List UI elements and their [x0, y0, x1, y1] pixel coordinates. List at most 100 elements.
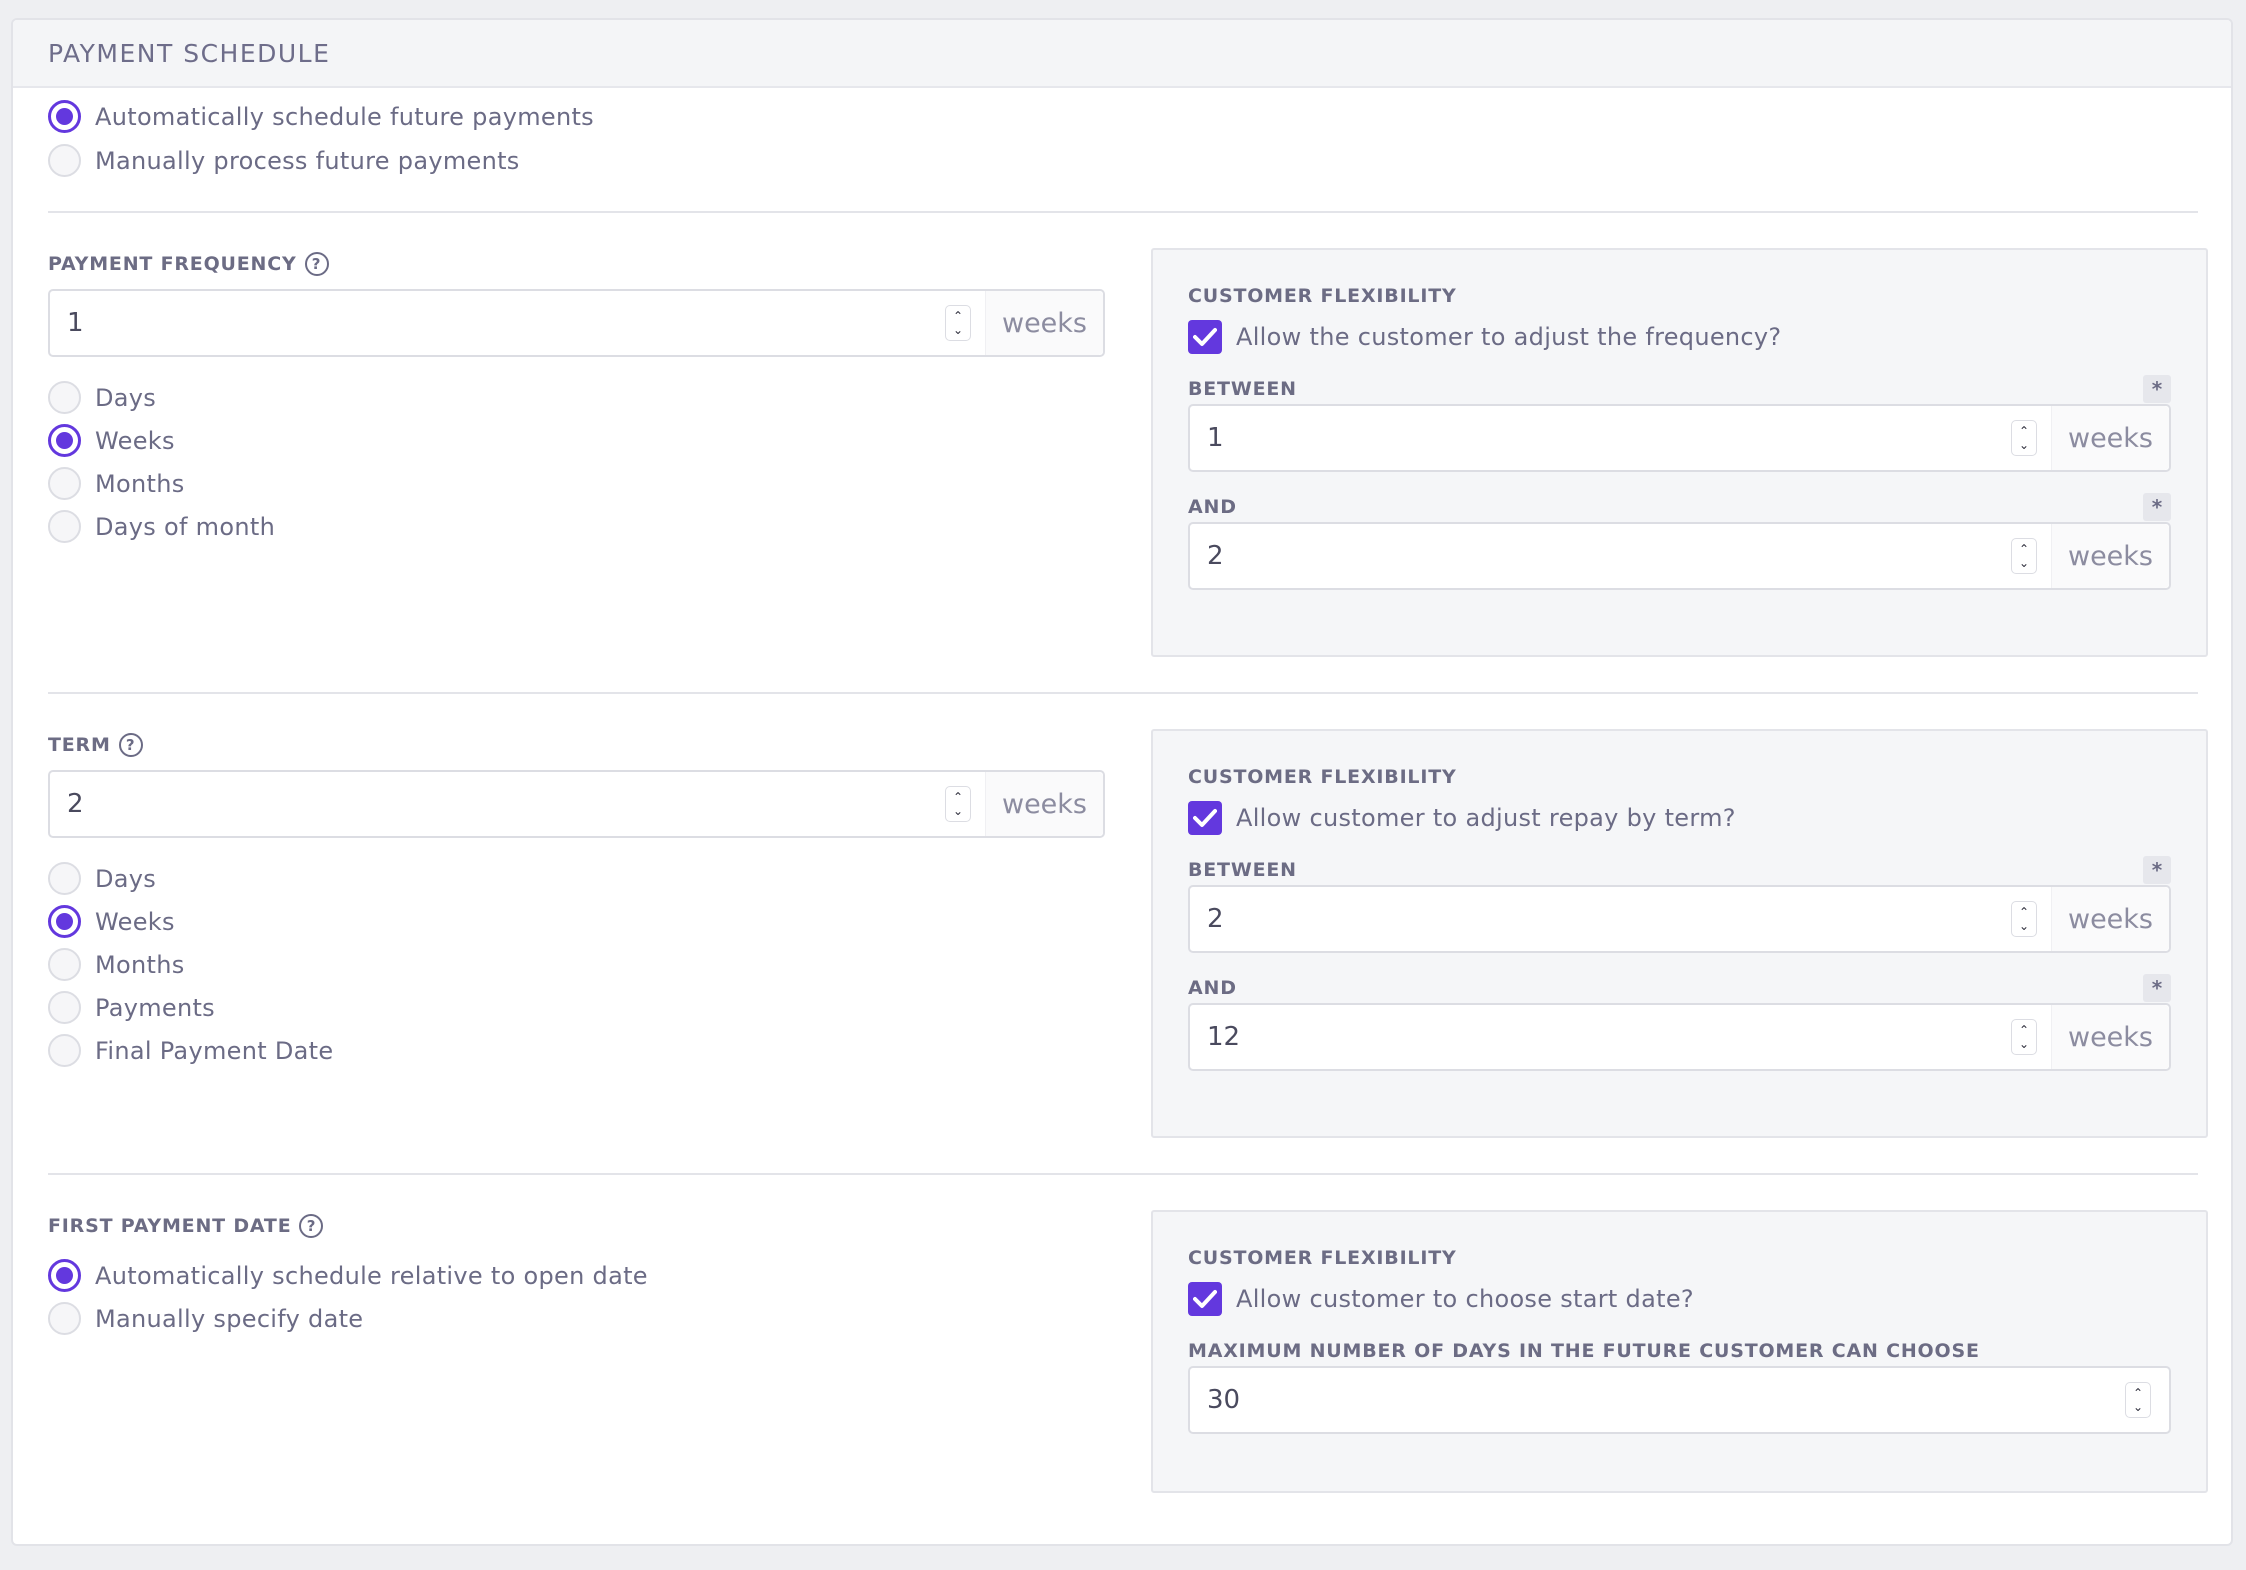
spinner-icon[interactable]: ⌃ ⌄ [2125, 1382, 2151, 1418]
radio-unselected-icon[interactable] [48, 1302, 81, 1335]
radio-unselected-icon[interactable] [48, 381, 81, 414]
frequency-option-days-of-month[interactable]: Days of month [48, 505, 275, 548]
frequency-flex-panel: CUSTOMER FLEXIBILITY Allow the customer … [1151, 248, 2208, 657]
between-value[interactable]: 2 [1190, 904, 2011, 934]
frequency-option-weeks[interactable]: Weeks [48, 419, 275, 462]
help-icon[interactable]: ? [304, 252, 329, 276]
frequency-flex-checkbox-label: Allow the customer to adjust the frequen… [1236, 323, 1782, 351]
and-value[interactable]: 2 [1190, 541, 2011, 571]
term-between-input[interactable]: 2 ⌃ ⌄ weeks [1188, 885, 2171, 953]
radio-unselected-icon[interactable] [48, 948, 81, 981]
radio-selected-icon[interactable] [48, 100, 81, 133]
option-label: Automatically schedule relative to open … [95, 1261, 648, 1290]
required-icon: * [2143, 974, 2171, 1002]
option-label: Weeks [95, 907, 175, 936]
term-option-months[interactable]: Months [48, 943, 333, 986]
spinner-icon[interactable]: ⌃ ⌄ [945, 786, 971, 822]
and-unit: weeks [2051, 524, 2169, 588]
frequency-label-text: PAYMENT FREQUENCY [48, 253, 297, 275]
and-label: AND [1188, 977, 1237, 999]
help-icon[interactable]: ? [118, 733, 143, 757]
flex-title: CUSTOMER FLEXIBILITY [1188, 1247, 1457, 1269]
max-days-value[interactable]: 30 [1190, 1385, 2125, 1415]
and-label: AND [1188, 496, 1237, 518]
and-label-row: AND * [1188, 493, 2171, 521]
option-label: Days of month [95, 512, 276, 541]
frequency-value[interactable]: 1 [50, 308, 945, 338]
and-label-row: AND * [1188, 974, 2171, 1002]
option-label: Payments [95, 993, 215, 1022]
term-flex-panel: CUSTOMER FLEXIBILITY Allow customer to a… [1151, 729, 2208, 1138]
radio-unselected-icon[interactable] [48, 862, 81, 895]
between-unit: weeks [2051, 406, 2169, 470]
term-flex-checkbox-row[interactable]: Allow customer to adjust repay by term? [1188, 801, 2171, 835]
spinner-icon[interactable]: ⌃ ⌄ [2011, 538, 2037, 574]
radio-unselected-icon[interactable] [48, 991, 81, 1024]
radio-unselected-icon[interactable] [48, 144, 81, 177]
checkbox-checked-icon[interactable] [1188, 1282, 1222, 1316]
spinner-icon[interactable]: ⌃ ⌄ [2011, 420, 2037, 456]
schedule-auto-option[interactable]: Automatically schedule future payments [48, 100, 2196, 133]
option-label: Months [95, 469, 185, 498]
frequency-and-input[interactable]: 2 ⌃ ⌄ weeks [1188, 522, 2171, 590]
between-unit: weeks [2051, 887, 2169, 951]
frequency-unit: weeks [985, 291, 1103, 355]
frequency-between-input[interactable]: 1 ⌃ ⌄ weeks [1188, 404, 2171, 472]
flex-title: CUSTOMER FLEXIBILITY [1188, 285, 1457, 307]
option-label: Manually specify date [95, 1304, 364, 1333]
radio-selected-icon[interactable] [48, 424, 81, 457]
radio-unselected-icon[interactable] [48, 1034, 81, 1067]
first-payment-label: FIRST PAYMENT DATE ? [48, 1214, 324, 1238]
between-label-row: BETWEEN * [1188, 856, 2171, 884]
first-payment-label-text: FIRST PAYMENT DATE [48, 1215, 292, 1237]
term-option-weeks[interactable]: Weeks [48, 900, 333, 943]
required-icon: * [2143, 493, 2171, 521]
term-label-text: TERM [48, 734, 111, 756]
flex-title: CUSTOMER FLEXIBILITY [1188, 766, 1457, 788]
spinner-icon[interactable]: ⌃ ⌄ [945, 305, 971, 341]
option-label: Final Payment Date [95, 1036, 334, 1065]
first-payment-section: FIRST PAYMENT DATE ? Automatically sched… [48, 1175, 2208, 1525]
term-option-final-payment-date[interactable]: Final Payment Date [48, 1029, 333, 1072]
help-icon[interactable]: ? [299, 1214, 324, 1238]
spinner-icon[interactable]: ⌃ ⌄ [2011, 1019, 2037, 1055]
max-days-input[interactable]: 30 ⌃ ⌄ [1188, 1366, 2171, 1434]
max-days-label: MAXIMUM NUMBER OF DAYS IN THE FUTURE CUS… [1188, 1340, 1980, 1362]
term-label: TERM ? [48, 733, 143, 757]
first-payment-flex-checkbox-row[interactable]: Allow customer to choose start date? [1188, 1282, 2171, 1316]
frequency-input[interactable]: 1 ⌃ ⌄ weeks [48, 289, 1105, 357]
required-icon: * [2143, 856, 2171, 884]
between-label-row: BETWEEN * [1188, 375, 2171, 403]
term-section: TERM ? 2 ⌃ ⌄ weeks Days Weeks Months Pay… [48, 694, 2208, 1173]
radio-selected-icon[interactable] [48, 1259, 81, 1292]
frequency-option-days[interactable]: Days [48, 376, 275, 419]
radio-unselected-icon[interactable] [48, 467, 81, 500]
first-payment-manual-option[interactable]: Manually specify date [48, 1297, 648, 1340]
required-icon: * [2143, 375, 2171, 403]
between-value[interactable]: 1 [1190, 423, 2011, 453]
max-days-label-row: MAXIMUM NUMBER OF DAYS IN THE FUTURE CUS… [1188, 1337, 2171, 1365]
term-option-payments[interactable]: Payments [48, 986, 333, 1029]
radio-unselected-icon[interactable] [48, 510, 81, 543]
frequency-flex-checkbox-row[interactable]: Allow the customer to adjust the frequen… [1188, 320, 2171, 354]
between-label: BETWEEN [1188, 859, 1297, 881]
checkbox-checked-icon[interactable] [1188, 801, 1222, 835]
payment-schedule-card: PAYMENT SCHEDULE Automatically schedule … [11, 18, 2233, 1546]
radio-selected-icon[interactable] [48, 905, 81, 938]
checkbox-checked-icon[interactable] [1188, 320, 1222, 354]
first-payment-auto-option[interactable]: Automatically schedule relative to open … [48, 1254, 648, 1297]
term-unit: weeks [985, 772, 1103, 836]
frequency-label: PAYMENT FREQUENCY ? [48, 252, 329, 276]
term-and-input[interactable]: 12 ⌃ ⌄ weeks [1188, 1003, 2171, 1071]
term-input[interactable]: 2 ⌃ ⌄ weeks [48, 770, 1105, 838]
term-value[interactable]: 2 [50, 789, 945, 819]
term-option-days[interactable]: Days [48, 857, 333, 900]
option-label: Weeks [95, 426, 175, 455]
spinner-icon[interactable]: ⌃ ⌄ [2011, 901, 2037, 937]
frequency-option-months[interactable]: Months [48, 462, 275, 505]
schedule-manual-option[interactable]: Manually process future payments [48, 144, 2196, 177]
schedule-manual-label: Manually process future payments [95, 146, 520, 175]
schedule-mode-group: Automatically schedule future payments M… [48, 88, 2196, 177]
and-value[interactable]: 12 [1190, 1022, 2011, 1052]
frequency-unit-group: Days Weeks Months Days of month [48, 376, 275, 548]
